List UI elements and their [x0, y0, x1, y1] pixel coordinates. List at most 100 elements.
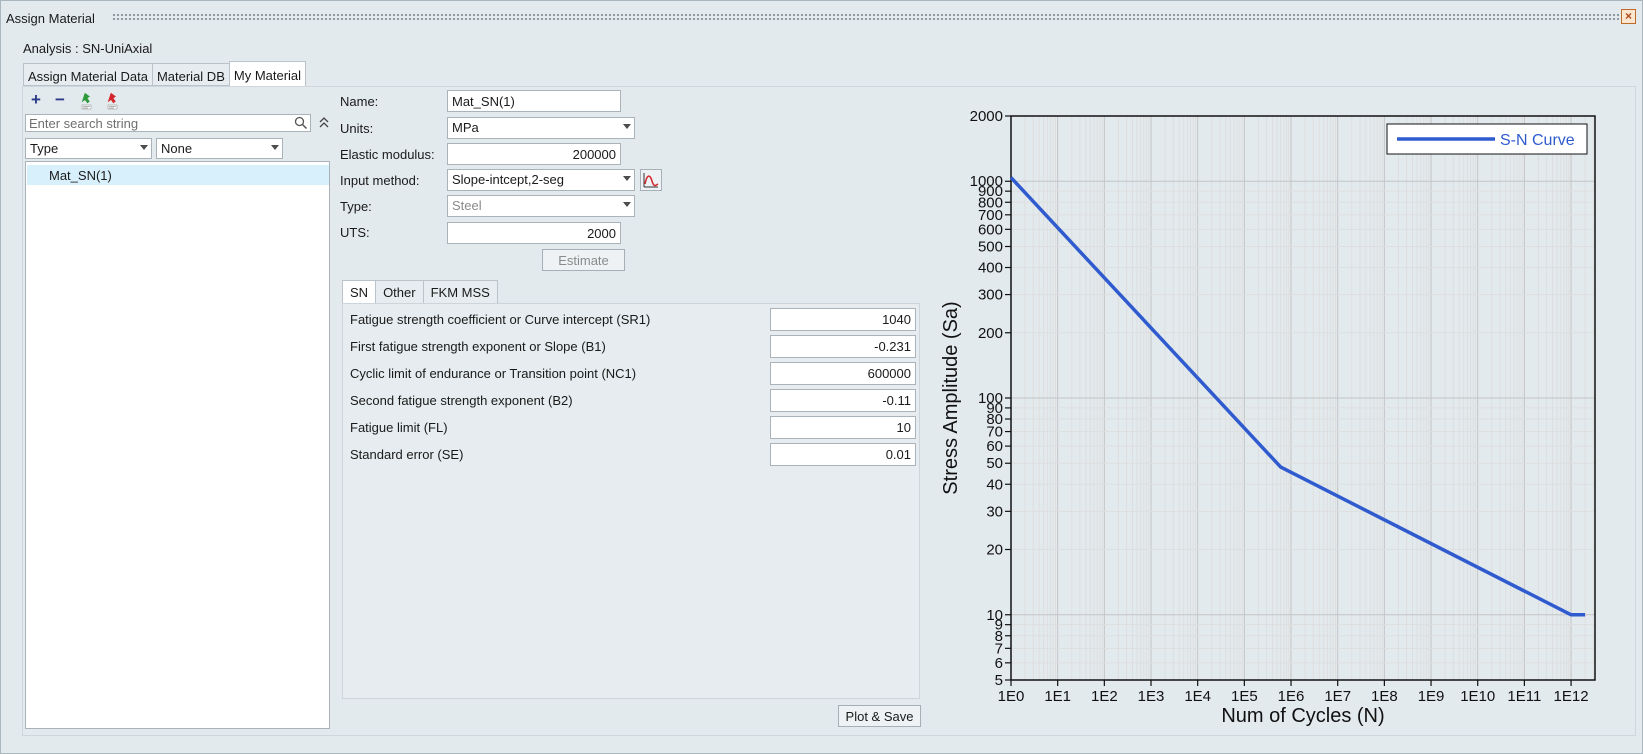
input-method-value: Slope-intcept,2-seg — [452, 172, 565, 187]
name-label: Name: — [340, 94, 379, 109]
x-tick-label: 1E0 — [998, 688, 1025, 705]
search-input[interactable] — [26, 115, 288, 131]
y-tick-label: 40 — [986, 476, 1003, 493]
y-axis-label: Stress Amplitude (Sa) — [940, 301, 962, 494]
filter-field-select[interactable]: Type — [25, 138, 152, 159]
plot-save-button[interactable]: Plot & Save — [838, 705, 921, 727]
y-tick-labels: 2000100090080070060050040030020010090807… — [970, 108, 1011, 689]
y-tick-label: 400 — [978, 260, 1003, 277]
param-label: Cyclic limit of endurance or Transition … — [350, 366, 637, 381]
estimate-button[interactable]: Estimate — [542, 249, 625, 271]
x-tick-label: 1E6 — [1278, 688, 1305, 705]
se-field[interactable]: 0.01 — [770, 443, 916, 466]
x-tick-label: 1E8 — [1371, 688, 1398, 705]
y-tick-label: 60 — [986, 438, 1003, 455]
type-value: Steel — [452, 198, 482, 213]
b1-field[interactable]: -0.231 — [770, 335, 916, 358]
x-tick-label: 1E9 — [1418, 688, 1445, 705]
units-select[interactable]: MPa — [447, 117, 635, 139]
x-tick-label: 1E7 — [1324, 688, 1351, 705]
y-tick-label: 2000 — [970, 108, 1003, 125]
x-tick-label: 1E5 — [1231, 688, 1258, 705]
legend-label: S-N Curve — [1500, 132, 1575, 149]
search-icon[interactable] — [294, 116, 308, 130]
remove-icon[interactable]: − — [52, 91, 68, 108]
collapse-up-icon[interactable] — [318, 116, 330, 130]
x-tick-label: 1E11 — [1507, 688, 1541, 705]
b2-field[interactable]: -0.11 — [770, 389, 916, 412]
window-title: Assign Material — [6, 11, 95, 26]
title-drag-handle[interactable] — [112, 13, 1620, 21]
chevron-down-icon — [623, 124, 631, 129]
sn-curve-chart: 1E0 1E1 1E2 1E3 1E4 1E5 1E6 1E7 1E8 1E9 1E10 1E11 1E… — [940, 108, 1596, 727]
units-label: Units: — [340, 121, 374, 136]
uts-label: UTS: — [340, 225, 370, 240]
chevron-down-icon — [140, 145, 148, 150]
type-label: Type: — [340, 199, 372, 214]
export-csv-icon[interactable] — [102, 92, 120, 110]
main-tabs: Assign Material Data Material DB My Mate… — [23, 61, 307, 86]
param-label: Fatigue strength coefficient or Curve in… — [350, 312, 651, 327]
y-tick-label: 6 — [995, 655, 1003, 672]
add-icon[interactable]: + — [28, 91, 44, 108]
param-label: Fatigue limit (FL) — [350, 420, 448, 435]
legend: S-N Curve — [1386, 123, 1588, 155]
param-label: Standard error (SE) — [350, 447, 464, 462]
y-tick-label: 200 — [978, 325, 1003, 342]
x-tick-label: 1E10 — [1460, 688, 1495, 705]
name-field[interactable]: Mat_SN(1) — [447, 90, 621, 112]
param-row-nc1: Cyclic limit of endurance or Transition … — [343, 361, 921, 387]
param-row-b1: First fatigue strength exponent or Slope… — [343, 334, 921, 360]
filter-field-value: Type — [30, 141, 59, 156]
input-method-label: Input method: — [340, 173, 420, 188]
sn-parameters-panel: Fatigue strength coefficient or Curve in… — [342, 303, 920, 699]
type-select[interactable]: Steel — [447, 195, 635, 217]
y-tick-label: 20 — [986, 542, 1003, 559]
chevron-down-icon — [623, 176, 631, 181]
material-toolbar: + − — [28, 91, 120, 110]
elastic-modulus-field[interactable]: 200000 — [447, 143, 621, 165]
x-tick-label: 1E12 — [1554, 688, 1589, 705]
analysis-label: Analysis : SN-UniAxial — [23, 41, 153, 56]
material-list: Mat_SN(1) — [25, 161, 330, 729]
search-box — [25, 114, 311, 132]
y-tick-label: 30 — [986, 503, 1003, 520]
param-row-sr1: Fatigue strength coefficient or Curve in… — [343, 307, 921, 333]
tab-material-db[interactable]: Material DB — [151, 63, 229, 86]
import-csv-icon[interactable] — [76, 92, 94, 110]
chevron-down-icon — [271, 145, 279, 150]
param-label: Second fatigue strength exponent (B2) — [350, 393, 573, 408]
x-tick-label: 1E3 — [1138, 688, 1165, 705]
y-tick-label: 5 — [995, 672, 1003, 689]
units-value: MPa — [452, 120, 479, 135]
fl-field[interactable]: 10 — [770, 416, 916, 439]
x-tick-label: 1E2 — [1091, 688, 1118, 705]
input-method-select[interactable]: Slope-intcept,2-seg — [447, 169, 635, 191]
tab-my-material[interactable]: My Material — [228, 61, 307, 86]
list-item[interactable]: Mat_SN(1) — [27, 165, 329, 185]
filter-value-select[interactable]: None — [156, 138, 283, 159]
nc1-field[interactable]: 600000 — [770, 362, 916, 385]
y-tick-label: 50 — [986, 455, 1003, 472]
parameter-tabs: SN Other FKM MSS — [342, 280, 498, 304]
param-row-b2: Second fatigue strength exponent (B2) -0… — [343, 388, 921, 414]
elastic-modulus-label: Elastic modulus: — [340, 147, 435, 162]
x-tick-labels: 1E0 1E1 1E2 1E3 1E4 1E5 1E6 1E7 1E8 1E9 1E10 1E11 1E… — [998, 680, 1589, 705]
uts-field[interactable]: 2000 — [447, 222, 621, 244]
param-row-se: Standard error (SE) 0.01 — [343, 442, 921, 468]
x-tick-label: 1E1 — [1044, 688, 1071, 705]
tab-other[interactable]: Other — [375, 280, 423, 304]
y-tick-label: 600 — [978, 221, 1003, 238]
x-tick-label: 1E4 — [1184, 688, 1211, 705]
param-label: First fatigue strength exponent or Slope… — [350, 339, 606, 354]
close-icon[interactable]: × — [1621, 9, 1636, 24]
tab-fkm-mss[interactable]: FKM MSS — [422, 280, 498, 304]
tab-assign-material-data[interactable]: Assign Material Data — [23, 63, 152, 86]
x-axis-label: Num of Cycles (N) — [1221, 705, 1384, 727]
curve-plot-icon[interactable] — [640, 169, 662, 191]
grid-minor-y — [1011, 115, 1595, 681]
sr1-field[interactable]: 1040 — [770, 308, 916, 331]
filter-value-text: None — [161, 141, 193, 156]
tab-sn[interactable]: SN — [342, 280, 376, 304]
param-row-fl: Fatigue limit (FL) 10 — [343, 415, 921, 441]
